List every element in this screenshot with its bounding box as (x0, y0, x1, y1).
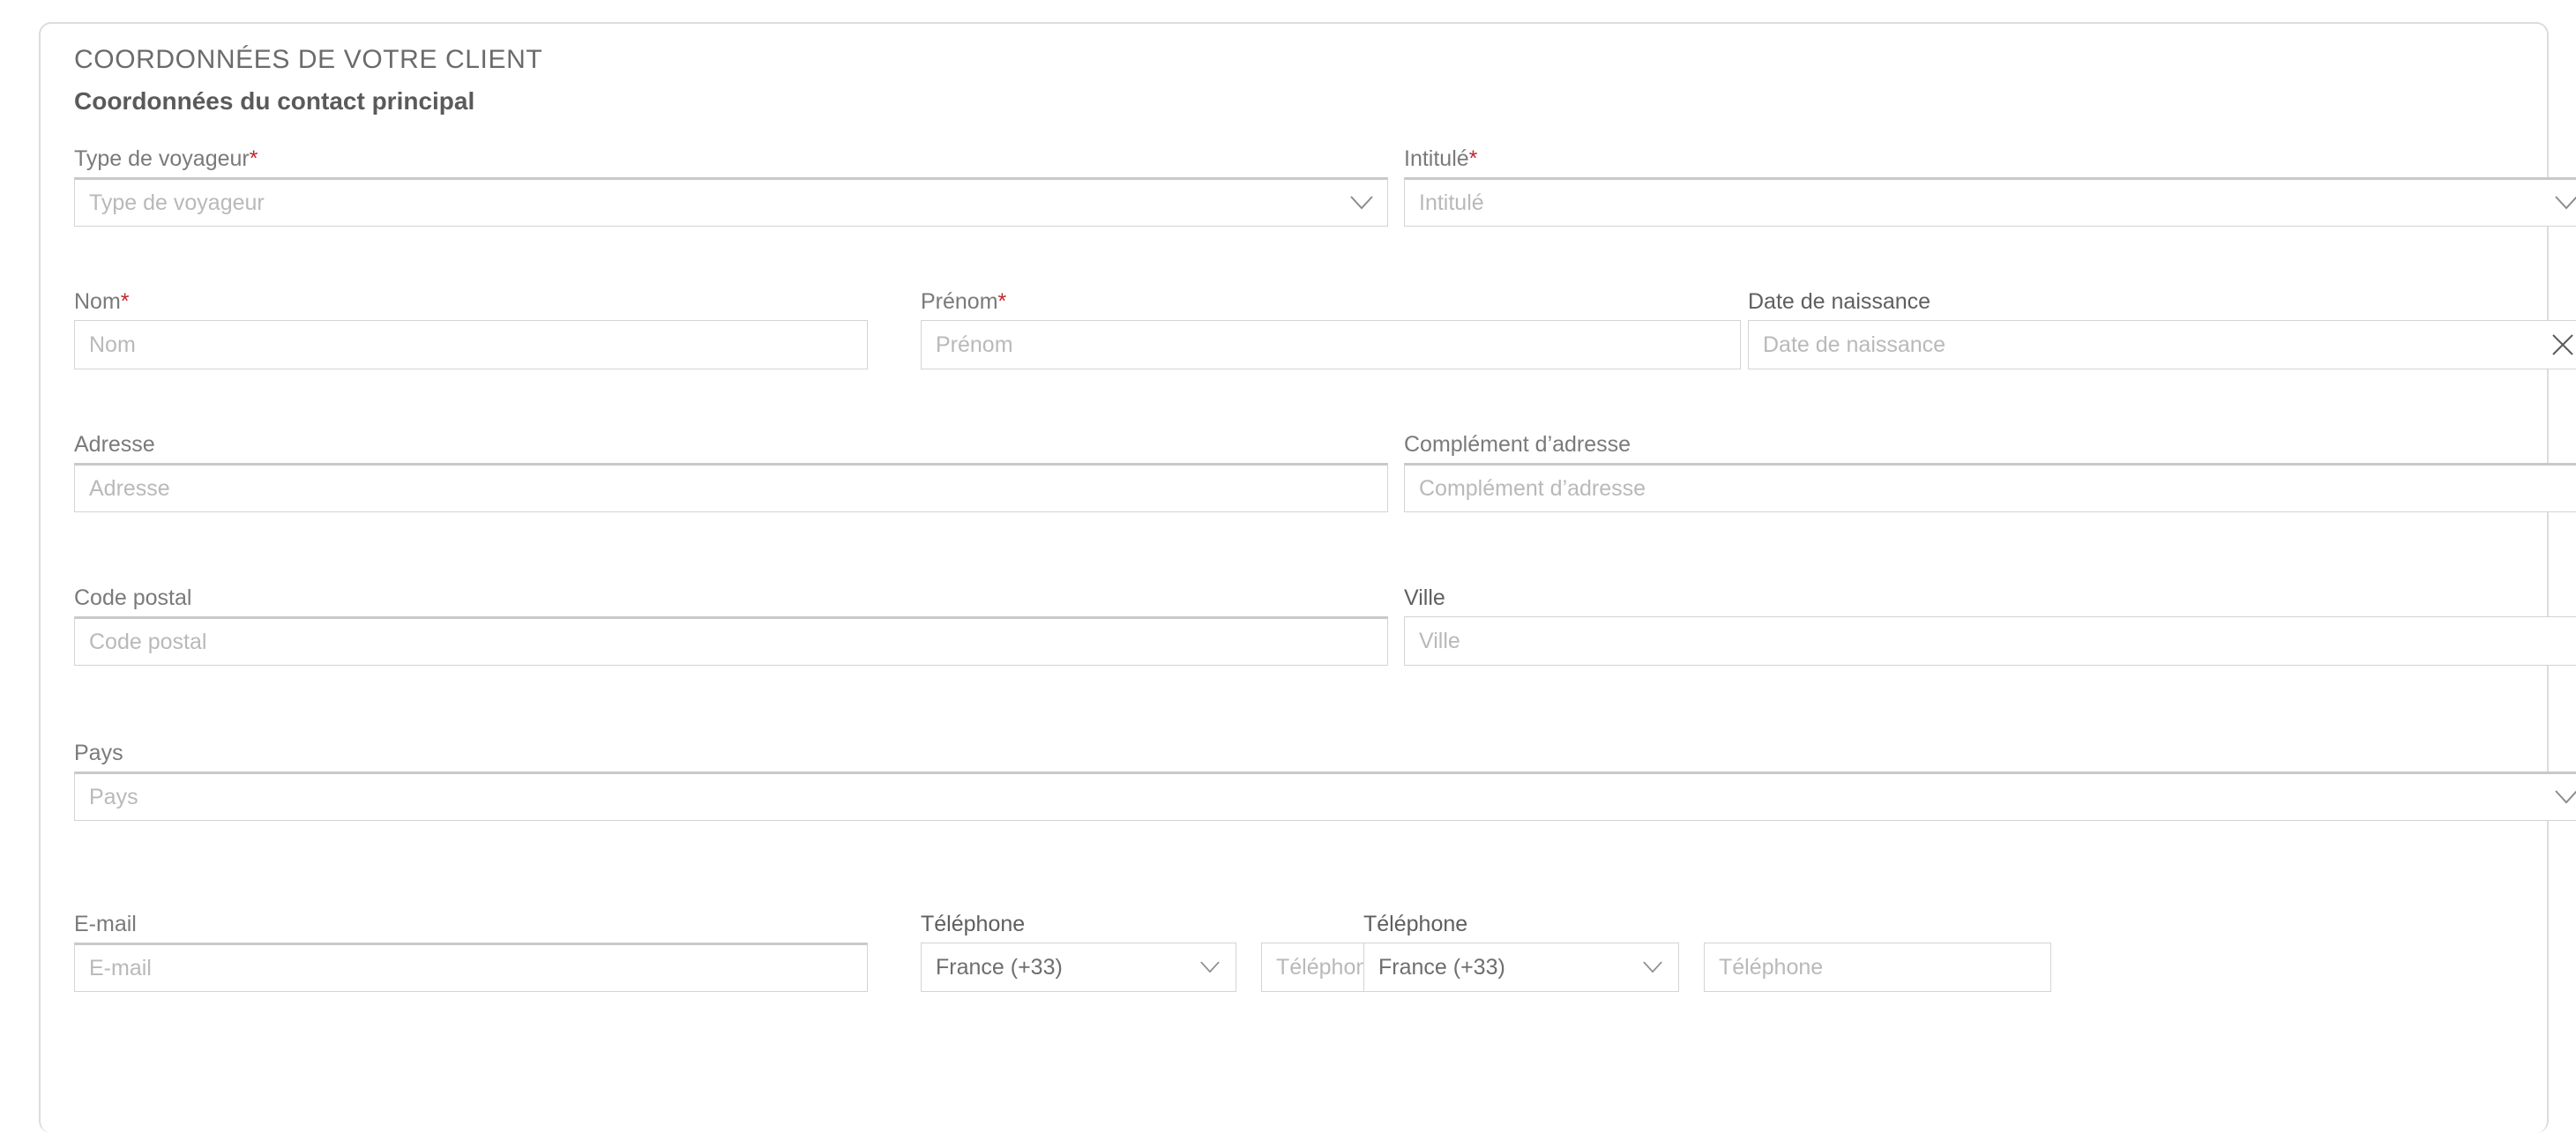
traveller-type-value: Type de voyageur (89, 191, 265, 214)
field-label-city: Ville (1404, 585, 1445, 610)
chevron-down-icon (1632, 943, 1673, 992)
title-select[interactable]: Intitulé (1404, 177, 2576, 227)
phone-2-country-value: France (+33) (1378, 956, 1505, 979)
required-marker: * (120, 289, 130, 314)
field-label-email: E-mail (74, 912, 137, 936)
city-input[interactable]: Ville (1404, 616, 2576, 666)
field-label-phone-1: Téléphone (921, 912, 1026, 936)
label-text: Nom (74, 289, 121, 314)
field-label-address-extra: Complément d’adresse (1404, 432, 1631, 457)
birth-date-input[interactable]: Date de naissance (1748, 320, 2576, 369)
address-placeholder: Adresse (89, 477, 170, 500)
last-name-placeholder: Nom (89, 333, 136, 356)
country-value: Pays (89, 786, 138, 809)
field-label-birth-date: Date de naissance (1748, 289, 1931, 314)
first-name-input[interactable]: Prénom (921, 320, 1741, 369)
chevron-down-icon (2546, 772, 2576, 822)
field-label-title: Intitulé* (1404, 145, 1477, 172)
field-label-traveller-type: Type de voyageur* (74, 145, 258, 172)
required-marker: * (997, 289, 1007, 314)
field-label-phone-2: Téléphone (1363, 912, 1468, 936)
field-label-country: Pays (74, 741, 123, 765)
phone-2-country-select[interactable]: France (+33) (1363, 943, 1679, 992)
field-label-first-name: Prénom* (921, 288, 1006, 315)
last-name-input[interactable]: Nom (74, 320, 868, 369)
chevron-down-icon (1341, 178, 1382, 227)
phone-2-placeholder: Téléphone (1719, 956, 1824, 979)
card-content: COORDONNÉES DE VOTRE CLIENT Coordonnées … (74, 24, 2576, 1133)
city-placeholder: Ville (1419, 630, 1460, 652)
label-text: Type de voyageur (74, 146, 250, 171)
label-text: Prénom (921, 289, 998, 314)
title-value: Intitulé (1419, 191, 1484, 214)
close-x-icon[interactable] (2542, 320, 2576, 369)
postal-code-input[interactable]: Code postal (74, 616, 1388, 666)
required-marker: * (1468, 146, 1478, 171)
field-label-last-name: Nom* (74, 288, 130, 315)
traveller-type-select[interactable]: Type de voyageur (74, 177, 1388, 227)
subsection-title: Coordonnées du contact principal (74, 87, 475, 115)
email-input[interactable]: E-mail (74, 943, 868, 992)
field-label-postal-code: Code postal (74, 585, 192, 610)
chevron-down-icon (2546, 178, 2576, 227)
address-extra-placeholder: Complément d’adresse (1419, 477, 1646, 500)
page-title: COORDONNÉES DE VOTRE CLIENT (74, 45, 543, 74)
phone-1-country-select[interactable]: France (+33) (921, 943, 1236, 992)
email-placeholder: E-mail (89, 957, 152, 980)
label-text: Intitulé (1404, 146, 1469, 171)
postal-code-placeholder: Code postal (89, 630, 207, 653)
country-select[interactable]: Pays (74, 771, 2576, 821)
chevron-down-icon (1190, 943, 1230, 992)
phone-2-number-input[interactable]: Téléphone (1704, 943, 2051, 992)
first-name-placeholder: Prénom (936, 333, 1013, 356)
address-input[interactable]: Adresse (74, 463, 1388, 512)
page-root: COORDONNÉES DE VOTRE CLIENT Coordonnées … (0, 0, 2576, 1133)
required-marker: * (249, 146, 258, 171)
address-extra-input[interactable]: Complément d’adresse (1404, 463, 2576, 512)
field-label-address: Adresse (74, 432, 155, 457)
phone-1-country-value: France (+33) (936, 956, 1063, 979)
client-details-card: COORDONNÉES DE VOTRE CLIENT Coordonnées … (39, 22, 2576, 1133)
birth-date-placeholder: Date de naissance (1763, 333, 1946, 356)
